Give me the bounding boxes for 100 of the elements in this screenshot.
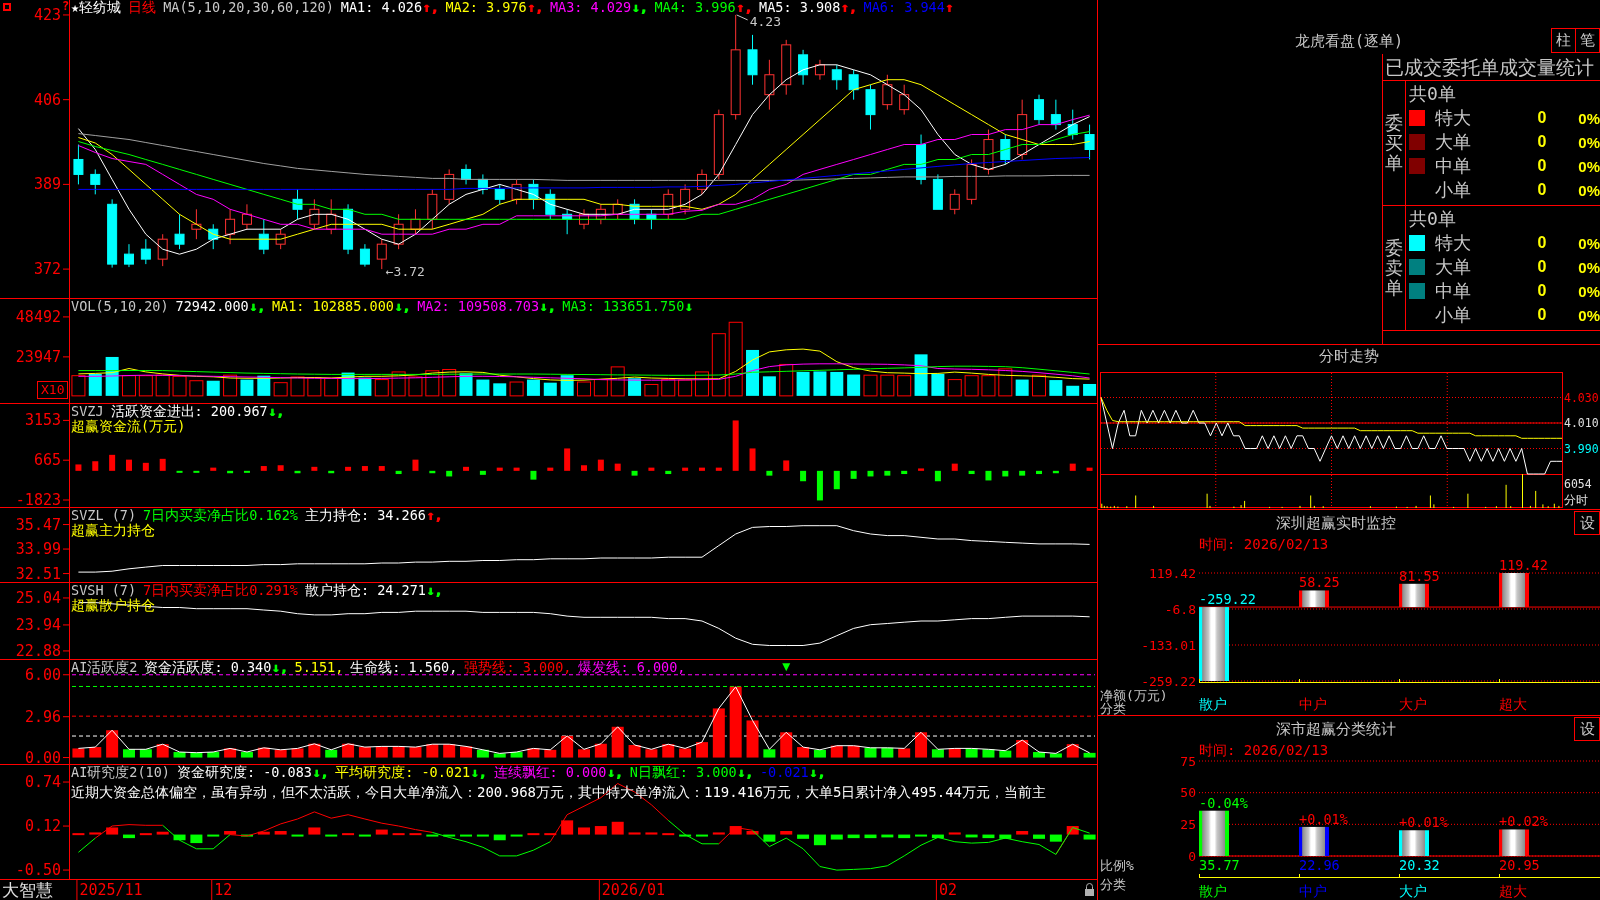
indicator-label: 资金研究度: -0.083: [176, 765, 312, 780]
order-share: 0%: [1578, 306, 1600, 324]
app-brand: 大智慧: [2, 881, 53, 900]
order-size-label: 小单: [1435, 180, 1471, 200]
axis-label: 23.94: [15, 615, 61, 634]
value-label: -259.22: [1199, 591, 1256, 608]
indicator-label: 7日内买卖净占比0.162%: [143, 508, 298, 523]
change-label: +0.02%: [1499, 813, 1548, 830]
indicator-title: 超赢主力持仓: [71, 523, 155, 538]
price-label: 4.23: [736, 14, 781, 30]
trend-arrow: ↓,: [271, 660, 288, 675]
trend-arrow: ↓,: [470, 765, 487, 780]
axis-label: 0.74: [24, 773, 61, 792]
trend-arrow: ↓,: [631, 0, 648, 15]
order-count: 0: [1537, 234, 1547, 252]
order-count: 0: [1537, 157, 1547, 175]
order-share: 0%: [1578, 258, 1600, 276]
order-size-label: 小单: [1435, 305, 1471, 325]
indicator-label: ★轻纺城: [71, 0, 122, 15]
indicator-label: MA5: 3.908: [759, 0, 841, 15]
indicator-label: 72942.000: [175, 299, 249, 314]
axis-label: 75: [1180, 753, 1196, 769]
panel-title: 深市超赢分类统计: [1276, 719, 1396, 740]
trend-arrow: ↑,: [526, 0, 543, 15]
axis-label: -133.01: [1141, 637, 1196, 653]
category-label: 中户: [1299, 696, 1327, 712]
trend-arrow: ↓,: [267, 404, 284, 419]
indicator-label: 活跃资金进出: 200.967: [110, 404, 268, 419]
indicator-label: AI研究度2(10): [71, 765, 170, 780]
axis-label: 406: [33, 90, 61, 109]
axis-label: 0.00: [24, 748, 61, 765]
axis-label: 372: [33, 260, 61, 279]
date-label: 2026/01: [601, 881, 666, 899]
help-mark: ?: [62, 0, 70, 12]
order-count: 0: [1537, 181, 1547, 199]
axis-label: 25: [1180, 816, 1196, 832]
order-size-label: 特大: [1435, 108, 1471, 128]
category-label: 大户: [1399, 696, 1427, 712]
indicator-label: 7日内买卖净占比0.291%: [143, 583, 298, 598]
axis-label: 32.51: [15, 564, 61, 583]
trend-arrow: ↓,: [311, 765, 329, 780]
trend-arrow: ↓,: [393, 299, 411, 314]
order-count: 0: [1537, 109, 1547, 127]
indicator-label: MA(5,10,20,30,60,120): [163, 0, 334, 15]
axis-label: 0.12: [24, 817, 61, 836]
axis-label: 3153: [24, 411, 61, 430]
axis-label: 50: [1180, 785, 1196, 801]
indicator-label: SVZJ: [71, 404, 104, 419]
axis-label: 3.990: [1564, 441, 1599, 456]
indicator-label: MA1: 4.026: [340, 0, 423, 15]
trend-arrow: ↑,: [422, 0, 439, 15]
panel-title: 龙虎看盘(逐单): [1294, 31, 1404, 50]
value-label: 81.55: [1399, 567, 1440, 584]
analysis-text: 近期大资金总体偏空，虽有异动，但不太活跃，今日大单净流入：200.968万元，其中特大单净流入：119.416万元，大单5日累计净入495.44万元，当前主: [71, 784, 1046, 801]
order-count: 0: [1537, 306, 1547, 324]
order-total: 共0单: [1408, 82, 1456, 106]
order-count: 0: [1537, 282, 1547, 300]
axis-label: 6.00: [24, 665, 61, 684]
category-label: 大户: [1399, 883, 1427, 899]
axis-title: 净额(万元): [1100, 687, 1168, 703]
side-label: 委买单: [1385, 113, 1403, 173]
category-label: 超大: [1499, 696, 1527, 712]
order-share: 0%: [1578, 282, 1600, 300]
category-label: 散户: [1199, 883, 1227, 899]
axis-label: -259.22: [1141, 673, 1196, 689]
volume-label: 6054: [1564, 477, 1592, 491]
indicator-label: AI活跃度2: [71, 660, 138, 675]
category-label: 超大: [1499, 883, 1527, 899]
indicator-label: 强势线: 3.000,: [464, 660, 572, 675]
side-label: 委卖单: [1385, 238, 1403, 298]
order-size-label: 大单: [1435, 132, 1471, 152]
indicator-label: MA3: 4.029: [549, 0, 632, 15]
unit-label: 分时: [1564, 493, 1588, 507]
order-size-label: 中单: [1435, 156, 1471, 176]
order-size-label: 大单: [1435, 257, 1471, 277]
value-label: 35.77: [1199, 857, 1240, 873]
date-label: 02: [938, 881, 957, 899]
axis-label: 2.96: [24, 707, 61, 726]
trend-arrow: ↑,: [840, 0, 857, 15]
axis-label: 23947: [15, 347, 61, 366]
indicator-label: MA1: 102885.000: [271, 299, 394, 314]
order-size-label: 中单: [1435, 281, 1471, 301]
annotation: 4.23: [749, 14, 781, 30]
order-size-label: 特大: [1435, 233, 1471, 253]
scale-label: X10: [37, 381, 69, 399]
indicator-label: 日线: [128, 0, 157, 15]
order-count: 0: [1537, 258, 1547, 276]
trend-arrow: ↓: [684, 299, 693, 314]
axis-label: 389: [33, 175, 61, 194]
order-count: 0: [1537, 133, 1547, 151]
indicator-label: MA6: 3.944: [863, 0, 945, 15]
trend-arrow: ↓,: [425, 583, 443, 598]
trend-arrow: ↓,: [736, 765, 753, 780]
axis-label: 4.010: [1564, 416, 1599, 430]
axis-label: -1823: [15, 491, 61, 508]
axis-title: 比例%: [1100, 857, 1134, 873]
indicator-label: 资金活跃度: 0.340: [144, 660, 272, 675]
date-label: 2025/11: [79, 881, 143, 899]
indicator-label: 爆发线: 6.000,: [578, 660, 686, 675]
axis-label: 25.04: [15, 588, 61, 607]
